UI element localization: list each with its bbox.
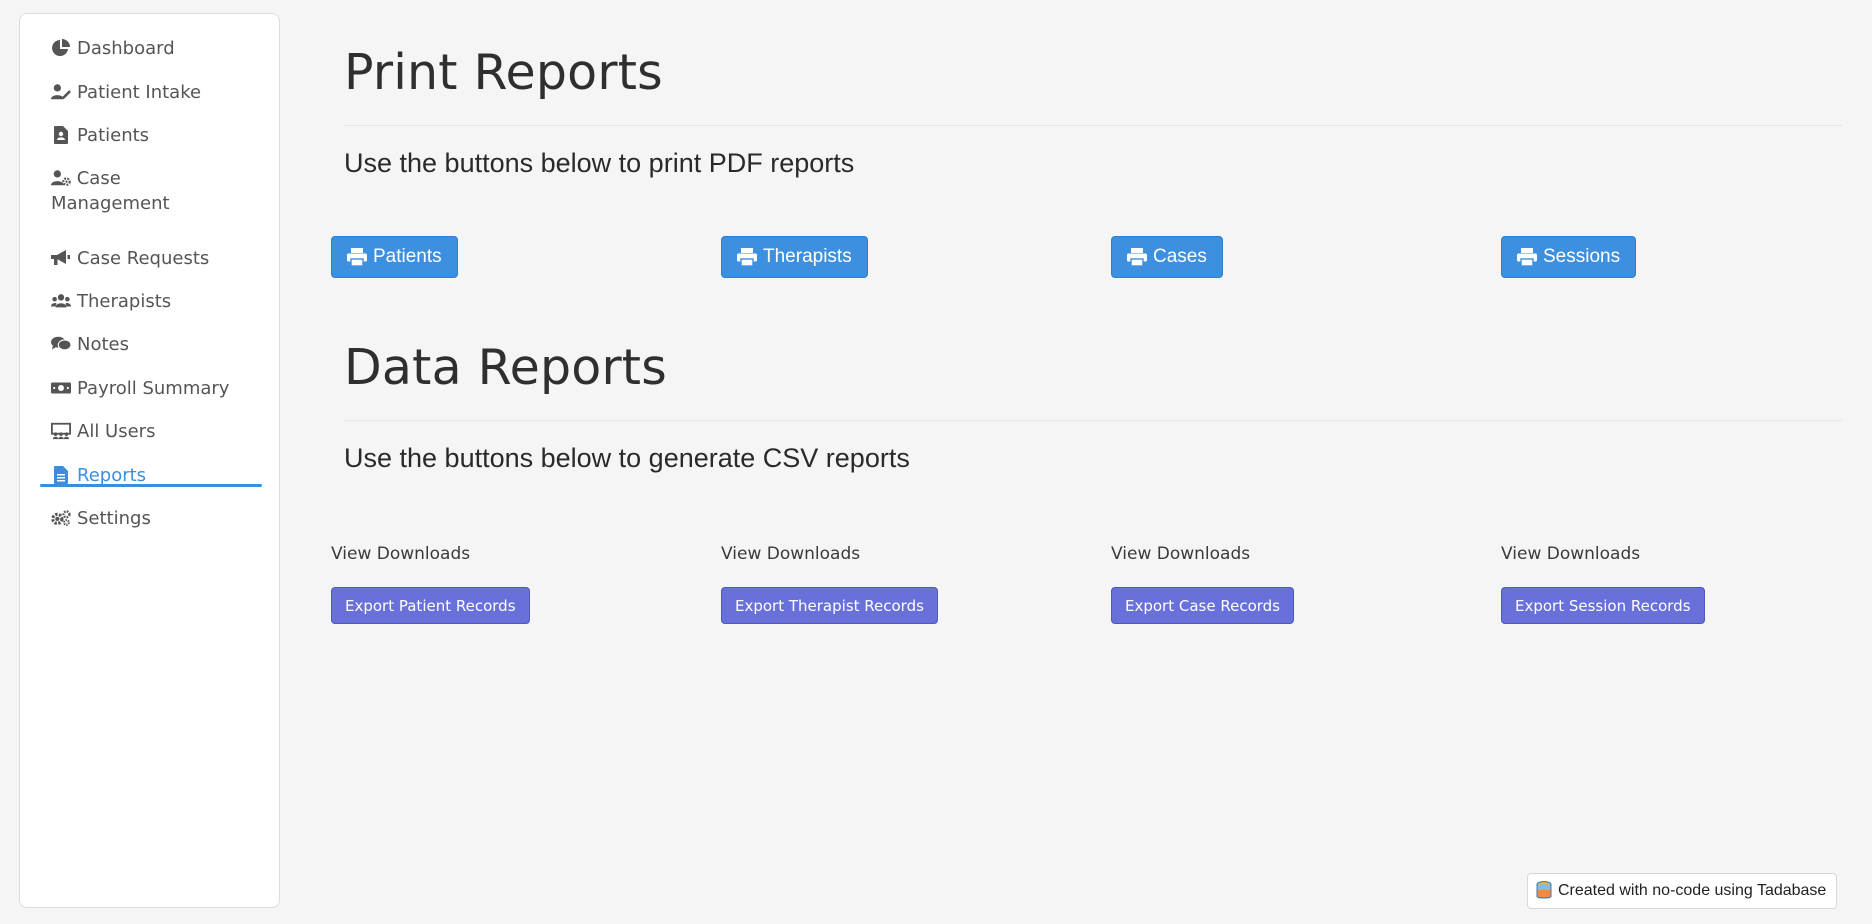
export-therapist-records-button[interactable]: Export Therapist Records [721,587,938,624]
view-downloads-link[interactable]: View Downloads [331,544,470,564]
print-cases-label: Cases [1153,246,1207,267]
print-patients-button[interactable]: Patients [331,236,458,278]
sidebar-item-therapists[interactable]: Therapists [51,289,171,314]
printer-icon [1127,248,1147,266]
chalkboard-user-icon [51,421,71,441]
print-sessions-label: Sessions [1543,246,1621,267]
badge-text: Created with no-code using Tadabase [1558,882,1827,899]
sidebar-item-payroll-summary[interactable]: Payroll Summary [51,376,229,401]
sidebar-item-notes[interactable]: Notes [51,332,129,357]
divider [344,125,1842,126]
file-user-icon [51,125,71,145]
sidebar-item-label: Therapists [77,291,172,312]
money-bill-icon [51,378,71,398]
sidebar-item-label: Dashboard [77,38,175,59]
sidebar-item-case-management[interactable]: Case Management [51,166,170,216]
gears-icon [51,508,71,528]
comments-icon [51,334,71,354]
print-therapists-label: Therapists [763,246,852,267]
sidebar-item-label: Patient Intake [77,82,202,103]
pie-chart-icon [51,38,71,58]
print-therapists-button[interactable]: Therapists [721,236,868,278]
print-reports-subtitle: Use the buttons below to print PDF repor… [344,148,855,178]
printer-icon [737,248,757,266]
users-icon [51,291,71,311]
print-cases-button[interactable]: Cases [1111,236,1223,278]
sidebar-item-label: Settings [77,508,151,529]
print-patients-label: Patients [373,246,442,267]
active-item-indicator [40,484,262,487]
sidebar-item-label-line2: Management [51,193,170,214]
view-downloads-link[interactable]: View Downloads [721,544,860,564]
megaphone-icon [51,248,71,268]
printer-icon [347,248,367,266]
sidebar-item-patient-intake[interactable]: Patient Intake [51,80,201,105]
sidebar-item-label: Notes [77,334,129,355]
data-reports-subtitle: Use the buttons below to generate CSV re… [344,443,910,473]
export-patient-records-button[interactable]: Export Patient Records [331,587,530,624]
user-gear-icon [51,168,71,188]
data-reports-title: Data Reports [344,339,667,396]
tadabase-badge[interactable]: Created with no-code using Tadabase [1527,873,1838,909]
printer-icon [1517,248,1537,266]
sidebar-item-label: Case Requests [77,248,210,269]
sidebar-item-label: Case [76,168,121,189]
print-sessions-button[interactable]: Sessions [1501,236,1637,278]
export-session-records-button[interactable]: Export Session Records [1501,587,1705,624]
database-icon [1536,881,1552,899]
sidebar-item-case-requests[interactable]: Case Requests [51,246,209,271]
sidebar-item-patients[interactable]: Patients [51,123,149,148]
sidebar-item-label: All Users [77,421,156,442]
sidebar-item-label: Patients [77,125,150,146]
sidebar-item-label: Payroll Summary [77,378,230,399]
view-downloads-link[interactable]: View Downloads [1111,544,1250,564]
print-reports-title: Print Reports [344,44,663,101]
sidebar-item-all-users[interactable]: All Users [51,419,155,444]
user-edit-icon [51,82,71,102]
view-downloads-link[interactable]: View Downloads [1501,544,1640,564]
export-case-records-button[interactable]: Export Case Records [1111,587,1294,624]
file-text-icon [51,465,71,485]
main-content: Print Reports Use the buttons below to p… [330,0,1850,924]
sidebar: Dashboard Patient Intake Patients Case M… [19,13,280,908]
sidebar-item-settings[interactable]: Settings [51,506,151,531]
divider [344,420,1842,421]
sidebar-item-dashboard[interactable]: Dashboard [51,36,175,61]
